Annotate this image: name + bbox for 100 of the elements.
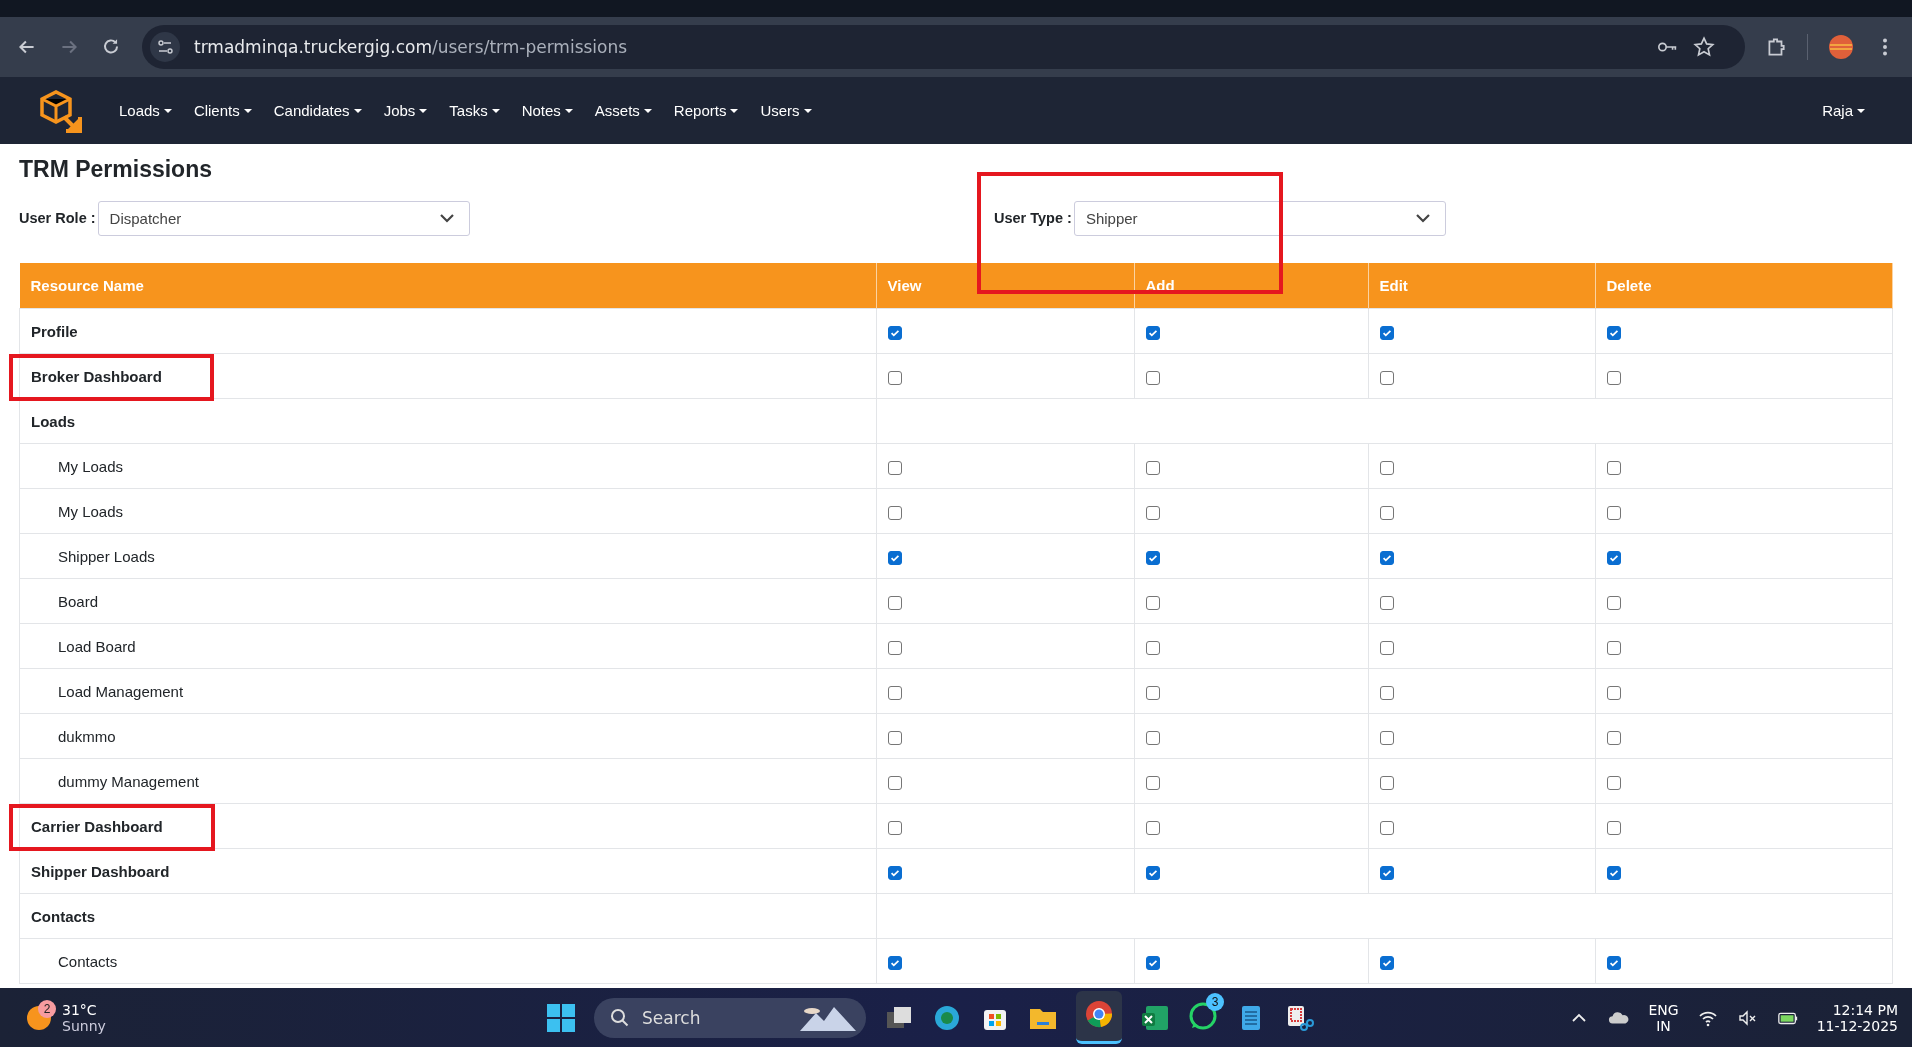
resource-name: My Loads [58,457,124,475]
temperature: 31°C [62,1001,98,1018]
column-header: Resource Name [19,263,876,309]
permission-checkbox[interactable] [1606,550,1621,565]
star-icon[interactable] [1693,36,1715,58]
permission-checkbox[interactable] [887,955,902,970]
permission-checkbox[interactable] [1145,640,1160,655]
permission-checkbox[interactable] [1606,640,1621,655]
resource-name: dukmmo [58,727,116,745]
nav-menu-item[interactable]: Clients [182,96,263,125]
notification-badge: 3 [1206,992,1224,1011]
taskbar-search-field[interactable]: Search [594,997,866,1038]
permission-checkbox[interactable] [887,820,902,835]
column-header: Edit [1368,263,1595,309]
filter-label: User Type : [994,210,1072,226]
permission-checkbox[interactable] [887,775,902,790]
permission-checkbox[interactable] [1145,775,1160,790]
permission-checkbox[interactable] [1145,550,1160,565]
permission-checkbox[interactable] [1606,775,1621,790]
permission-checkbox[interactable] [1379,460,1394,475]
resource-name: Contacts [31,907,96,925]
nav-menu-item[interactable]: Jobs [372,96,439,125]
permission-checkbox[interactable] [1145,460,1160,475]
chevron-down-icon[interactable] [1414,213,1431,223]
permission-checkbox[interactable] [1606,865,1621,880]
nav-menu-item[interactable]: Candidates [262,96,373,125]
permission-checkbox[interactable] [887,370,902,385]
permission-checkbox[interactable] [1145,955,1160,970]
url-text: trmadminqa.truckergig.com/users/trm-permissions [194,37,628,57]
chevron-down-icon[interactable] [438,213,455,223]
permission-checkbox[interactable] [1606,505,1621,520]
permission-checkbox[interactable] [1145,370,1160,385]
resource-name: Load Management [58,682,184,700]
site-settings-icon[interactable] [150,32,180,62]
permission-checkbox[interactable] [1145,325,1160,340]
permission-checkbox[interactable] [1379,955,1394,970]
start-icon[interactable] [546,1002,576,1033]
language-indicator[interactable]: ENG [1648,1001,1679,1018]
nav-menu-item[interactable]: Notes [510,96,584,125]
permission-checkbox[interactable] [1145,685,1160,700]
resource-name: Carrier Dashboard [31,817,163,835]
permission-checkbox[interactable] [1145,730,1160,745]
resource-name: Shipper Dashboard [31,862,170,880]
chrome-icon[interactable] [1084,999,1114,1029]
permission-checkbox[interactable] [1379,685,1394,700]
permission-checkbox[interactable] [1606,730,1621,745]
user-menu[interactable]: Raja [1811,96,1876,125]
permission-checkbox[interactable] [1606,325,1621,340]
permission-checkbox[interactable] [1145,505,1160,520]
resource-name: Profile [31,322,78,340]
resource-name: Board [58,592,99,610]
permission-checkbox[interactable] [887,325,902,340]
permission-checkbox[interactable] [1379,325,1394,340]
permission-checkbox[interactable] [1379,730,1394,745]
permission-checkbox[interactable] [1606,595,1621,610]
permission-checkbox[interactable] [1606,460,1621,475]
clock-time[interactable]: 12:14 PM [1832,1001,1898,1018]
permission-checkbox[interactable] [887,550,902,565]
address-bar[interactable]: trmadminqa.truckergig.com/users/trm-permissions [142,25,1745,69]
permission-checkbox[interactable] [1379,640,1394,655]
resource-name: dummy Management [58,772,199,790]
column-header: Delete [1595,263,1893,309]
resource-name: Load Board [58,637,136,655]
permission-checkbox[interactable] [1606,370,1621,385]
permission-checkbox[interactable] [1606,820,1621,835]
permission-checkbox[interactable] [1379,775,1394,790]
language-region[interactable]: IN [1656,1017,1671,1034]
dropdown[interactable]: Shipper [1073,200,1446,236]
filter-label: User Role : [19,210,96,226]
permission-checkbox[interactable] [887,595,902,610]
permission-checkbox[interactable] [1145,865,1160,880]
permission-checkbox[interactable] [1379,550,1394,565]
permission-checkbox[interactable] [887,640,902,655]
permission-checkbox[interactable] [1145,820,1160,835]
permission-checkbox[interactable] [887,505,902,520]
permission-checkbox[interactable] [1379,505,1394,520]
permission-checkbox[interactable] [887,730,902,745]
permission-checkbox[interactable] [1145,595,1160,610]
nav-menu-item[interactable]: Users [749,96,823,125]
page-title: TRM Permissions [19,156,213,183]
nav-menu-item[interactable]: Loads [108,96,183,125]
permission-checkbox[interactable] [1379,820,1394,835]
permission-checkbox[interactable] [1379,595,1394,610]
clock-date[interactable]: 11-12-2025 [1816,1017,1898,1034]
permission-checkbox[interactable] [1606,955,1621,970]
resource-name: Contacts [58,952,118,970]
nav-menu-item[interactable]: Tasks [438,96,511,125]
dropdown[interactable]: Dispatcher [97,200,470,236]
permission-checkbox[interactable] [1606,685,1621,700]
resource-name: My Loads [58,502,124,520]
permission-checkbox[interactable] [887,865,902,880]
column-header: View [876,263,1134,309]
permission-checkbox[interactable] [1379,865,1394,880]
permission-checkbox[interactable] [887,460,902,475]
permission-checkbox[interactable] [1379,370,1394,385]
profile-avatar[interactable] [1828,34,1854,60]
permission-checkbox[interactable] [887,685,902,700]
nav-menu-item[interactable]: Assets [583,96,663,125]
resource-name: Broker Dashboard [31,367,162,385]
nav-menu-item[interactable]: Reports [662,96,750,125]
